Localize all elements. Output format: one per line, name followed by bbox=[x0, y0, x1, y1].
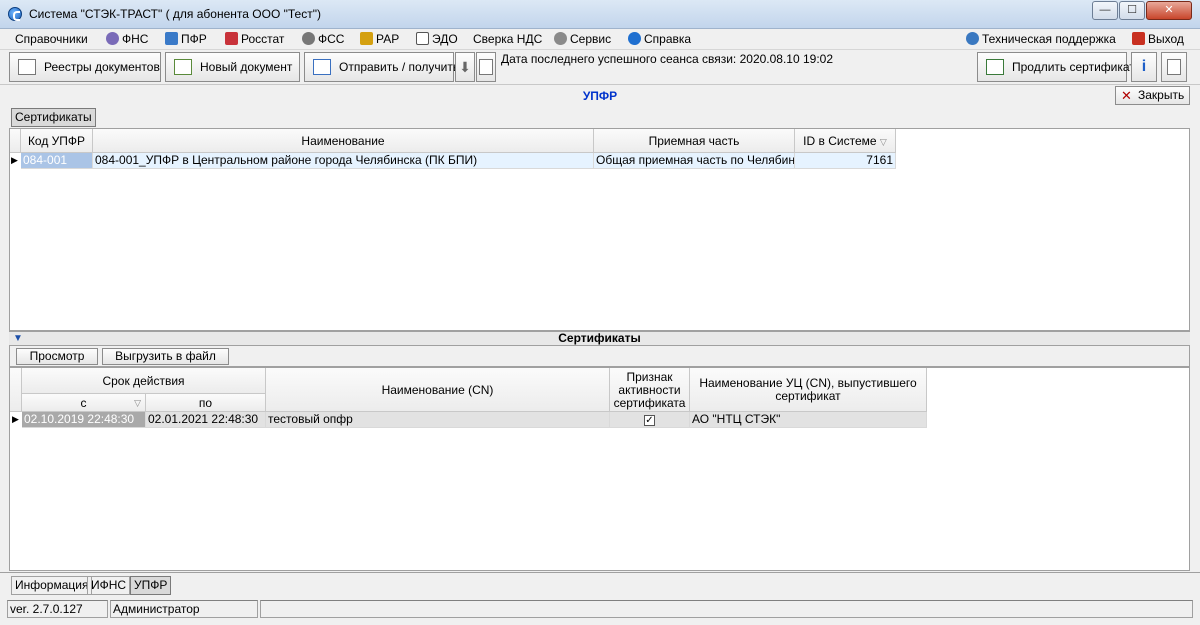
new-document-icon bbox=[174, 59, 192, 75]
section-header: УПФР bbox=[0, 86, 1200, 106]
row-pointer-icon: ▶ bbox=[11, 155, 18, 165]
column-header-from[interactable]: с ▽ bbox=[22, 394, 146, 412]
table-cell-cn[interactable]: тестовый опфр bbox=[266, 412, 610, 428]
new-document-button[interactable]: Новый документ bbox=[165, 52, 300, 82]
sort-icon: ▽ bbox=[134, 398, 141, 408]
section-title: УПФР bbox=[582, 89, 618, 103]
download-arrow-button[interactable]: ⬇ bbox=[455, 52, 475, 82]
fss-icon bbox=[302, 32, 315, 45]
tab-certificates[interactable]: Сертификаты bbox=[11, 108, 96, 127]
menu-vat-reconciliation[interactable]: Сверка НДС bbox=[473, 31, 542, 48]
status-bar: ver. 2.7.0.127 Администратор bbox=[0, 599, 1200, 625]
menu-service[interactable]: Сервис bbox=[554, 31, 611, 48]
tab-information[interactable]: Информация bbox=[11, 576, 93, 595]
rosstat-icon bbox=[225, 32, 238, 45]
registry-button[interactable]: Реестры документов bbox=[9, 52, 161, 82]
table-cell-system-id[interactable]: 7161 bbox=[795, 153, 896, 169]
row-indicator-header bbox=[10, 129, 21, 153]
pfr-icon bbox=[165, 32, 178, 45]
rar-icon bbox=[360, 32, 373, 45]
column-header-reception[interactable]: Приемная часть bbox=[594, 129, 795, 153]
window-title: Система "СТЭК-ТРАСТ" ( для абонента ООО … bbox=[29, 7, 321, 21]
exit-icon bbox=[1132, 32, 1145, 45]
info-button[interactable]: i bbox=[1131, 52, 1157, 82]
tab-ifns[interactable]: ИФНС bbox=[87, 576, 131, 595]
row-pointer-icon: ▶ bbox=[12, 414, 19, 424]
column-header-issuer[interactable]: Наименование УЦ (CN), выпустившего серти… bbox=[690, 368, 927, 412]
column-header-to[interactable]: по bbox=[146, 394, 266, 412]
menu-directories[interactable]: Справочники bbox=[15, 31, 88, 48]
column-header-code[interactable]: Код УПФР bbox=[21, 129, 93, 153]
export-to-file-button[interactable]: Выгрузить в файл bbox=[102, 348, 229, 365]
menu-rar[interactable]: РАР bbox=[360, 31, 399, 48]
menu-fns[interactable]: ФНС bbox=[106, 31, 148, 48]
title-bar: Система "СТЭК-ТРАСТ" ( для абонента ООО … bbox=[0, 0, 1200, 29]
column-header-cn[interactable]: Наименование (CN) bbox=[266, 368, 610, 412]
menu-fss[interactable]: ФСС bbox=[302, 31, 344, 48]
minimize-button[interactable]: — bbox=[1092, 1, 1118, 20]
table-cell-from[interactable]: 02.10.2019 22:48:30 bbox=[22, 412, 146, 428]
active-checkbox[interactable]: ✓ bbox=[644, 415, 655, 426]
version-text: ver. 2.7.0.127 bbox=[7, 600, 108, 618]
info-icon: i bbox=[1141, 58, 1147, 75]
table-cell-issuer[interactable]: АО "НТЦ СТЭК" bbox=[690, 412, 927, 428]
menu-tech-support[interactable]: Техническая поддержка bbox=[966, 31, 1116, 48]
gear-icon bbox=[554, 32, 567, 45]
menu-edo[interactable]: ЭДО bbox=[416, 31, 458, 48]
menu-bar: Справочники ФНС ПФР Росстат ФСС РАР ЭДО … bbox=[0, 29, 1200, 50]
last-session-text: Дата последнего успешного сеанса связи: … bbox=[501, 52, 834, 66]
certificates-toolbar: Просмотр Выгрузить в файл bbox=[9, 345, 1190, 367]
column-header-name[interactable]: Наименование bbox=[93, 129, 594, 153]
fns-icon bbox=[106, 32, 119, 45]
bottom-tab-strip: Информация ИФНС УПФР bbox=[0, 572, 1200, 598]
maximize-button[interactable]: ☐ bbox=[1119, 1, 1145, 20]
column-header-system-id[interactable]: ID в Системе ▽ bbox=[795, 129, 896, 153]
certificate-icon bbox=[986, 59, 1004, 75]
menu-exit[interactable]: Выход bbox=[1132, 31, 1184, 48]
upfr-table: Код УПФР Наименование Приемная часть ID … bbox=[9, 128, 1190, 331]
edo-icon bbox=[416, 32, 429, 45]
tab-upfr[interactable]: УПФР bbox=[130, 576, 172, 595]
help-icon bbox=[628, 32, 641, 45]
close-x-icon: ✕ bbox=[1121, 88, 1132, 103]
user-text: Администратор bbox=[110, 600, 258, 618]
renew-certificate-button[interactable]: Продлить сертификат bbox=[977, 52, 1135, 82]
sort-icon: ▽ bbox=[879, 137, 887, 147]
top-tab-strip: Сертификаты bbox=[0, 106, 1200, 128]
app-logo-icon bbox=[8, 7, 22, 21]
close-window-button[interactable]: ✕ bbox=[1146, 1, 1192, 20]
down-arrow-icon: ⬇ bbox=[459, 59, 471, 75]
status-message bbox=[260, 600, 1193, 618]
certificates-title: Сертификаты bbox=[558, 331, 641, 345]
column-header-active[interactable]: Признак активности сертификата bbox=[610, 368, 690, 412]
send-receive-icon bbox=[313, 59, 331, 75]
table-cell-reception[interactable]: Общая приемная часть по Челябинс... bbox=[594, 153, 795, 169]
globe-icon bbox=[966, 32, 979, 45]
pdf-button[interactable] bbox=[1161, 52, 1187, 82]
view-button[interactable]: Просмотр bbox=[16, 348, 98, 365]
menu-rosstat[interactable]: Росстат bbox=[225, 31, 284, 48]
toolbar: Реестры документов Новый документ Отправ… bbox=[0, 50, 1200, 85]
column-header-validity: Срок действия bbox=[22, 368, 266, 394]
documents-icon bbox=[479, 59, 493, 75]
send-receive-button[interactable]: Отправить / получить bbox=[304, 52, 459, 82]
certificates-table: Срок действия с ▽ по Наименование (CN) П… bbox=[9, 367, 1190, 571]
certificates-splitter[interactable]: ▼ Сертификаты bbox=[9, 331, 1190, 345]
row-indicator-header bbox=[10, 368, 22, 412]
menu-pfr[interactable]: ПФР bbox=[165, 31, 207, 48]
documents-button[interactable] bbox=[476, 52, 496, 82]
registry-icon bbox=[18, 59, 36, 75]
menu-help[interactable]: Справка bbox=[628, 31, 691, 48]
table-cell-active[interactable]: ✓ bbox=[610, 412, 690, 428]
pdf-icon bbox=[1167, 59, 1181, 75]
close-section-button[interactable]: ✕ Закрыть bbox=[1115, 86, 1190, 105]
table-cell-code[interactable]: 084-001 bbox=[21, 153, 93, 169]
table-cell-to[interactable]: 02.01.2021 22:48:30 bbox=[146, 412, 266, 428]
table-cell-name[interactable]: 084-001_УПФР в Центральном районе города… bbox=[93, 153, 594, 169]
